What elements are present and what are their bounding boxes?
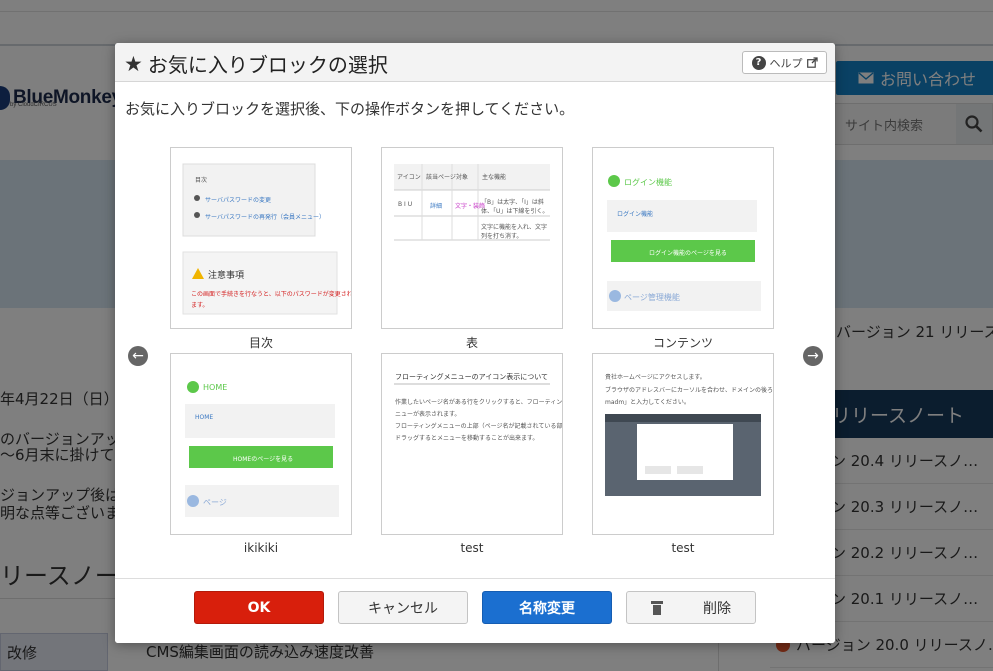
thumb-text: ログイン機能 xyxy=(624,178,672,187)
thumb-text: 「B」は太字、「I」は斜体、「U」は下線を引く。 xyxy=(481,199,549,215)
thumb-text: ブラウザのアドレスバーにカーソルを合わせ、ドメインの後ろに「/cms xyxy=(605,387,774,394)
dialog-instruction: お気に入りブロックを選択後、下の操作ボタンを押してください。 xyxy=(125,100,575,118)
delete-button[interactable]: 削除 xyxy=(626,591,756,624)
thumb-text: サーバパスワードの変更 xyxy=(205,197,271,204)
thumb-text: B I U xyxy=(398,201,413,208)
thumb-text: 目次 xyxy=(195,177,208,184)
thumb-text: HOMEのページを見る xyxy=(233,456,294,463)
ok-button[interactable]: OK xyxy=(194,591,324,624)
ikikiki-thumbnail xyxy=(185,381,339,517)
block-card-test-1[interactable]: フローティングメニューのアイコン表示について 作業したいページ名がある行をクリッ… xyxy=(381,353,563,535)
thumb-text: 該当ページ xyxy=(426,174,456,181)
dialog-footer: OK キャンセル 名称変更 削除 xyxy=(115,578,835,643)
prev-page-button[interactable]: ← xyxy=(128,346,148,366)
contents-thumbnail xyxy=(607,175,761,311)
star-icon: ★ xyxy=(124,51,143,76)
rename-label: 名称変更 xyxy=(519,600,575,617)
block-caption: 表 xyxy=(465,336,478,350)
thumb-text: 貴社ホームページにアクセスします。 xyxy=(605,374,706,381)
block-card-toc[interactable]: 目次 サーバパスワードの変更 サーバパスワードの再発行（会員メニュー） 注意事項… xyxy=(170,147,352,329)
thumb-text: ページ xyxy=(203,498,227,507)
block-card-test-2[interactable]: 貴社ホームページにアクセスします。 ブラウザのアドレスバーにカーソルを合わせ、ド… xyxy=(592,353,774,535)
thumb-text: madm」と入力してください。 xyxy=(605,399,690,406)
thumb-text: 主な機能 xyxy=(482,174,507,181)
arrow-right-icon: → xyxy=(807,348,819,364)
thumb-text: この画面で手続きを行なうと、以下のパスワードが変更され xyxy=(191,291,352,298)
rename-button[interactable]: 名称変更 xyxy=(482,591,612,624)
dialog-header: ★ お気に入りブロックの選択 ? ヘルプ xyxy=(115,43,835,82)
thumb-text: ログイン機能のページを見る xyxy=(649,250,727,257)
block-caption: test xyxy=(671,541,695,555)
test2-thumbnail xyxy=(605,414,761,496)
block-caption: test xyxy=(460,541,484,555)
ok-label: OK xyxy=(247,599,271,616)
dialog-title: ★ お気に入りブロックの選択 xyxy=(124,49,388,78)
thumb-text: 作業したいページ名がある行をクリックすると、フローティングメ xyxy=(395,399,563,406)
thumb-text: ページ管理機能 xyxy=(624,293,680,302)
help-label: ヘルプ xyxy=(769,56,803,70)
thumb-text: 詳細 xyxy=(430,203,443,210)
help-icon: ? xyxy=(751,55,766,70)
arrow-left-icon: ← xyxy=(132,348,144,364)
thumb-text: ます。 xyxy=(191,302,209,309)
block-card-table[interactable]: アイコン 該当ページ 対象 主な機能 B I U 詳細 文字・装飾 「B」は太字… xyxy=(381,147,563,329)
help-button[interactable]: ? ヘルプ xyxy=(742,51,827,74)
delete-label: 削除 xyxy=(703,600,731,617)
external-link-icon xyxy=(806,57,818,68)
thumb-text: アイコン xyxy=(397,174,421,181)
dialog-title-text: お気に入りブロックの選択 xyxy=(147,53,388,77)
cancel-button[interactable]: キャンセル xyxy=(338,591,468,624)
block-card-ikikiki[interactable]: HOME HOME HOMEのページを見る ページ xyxy=(170,353,352,535)
cancel-label: キャンセル xyxy=(368,600,438,617)
thumb-text: ニューが表示されます。 xyxy=(395,411,461,418)
block-caption: コンテンツ xyxy=(652,336,713,350)
thumb-text: フローティングメニューの上部（ページ名が記載されている部分）を xyxy=(395,423,563,430)
thumb-text: 文字に機能を入れ、文字列を打ち消す。 xyxy=(481,224,548,240)
trash-icon xyxy=(651,600,663,615)
thumb-text: 注意事項 xyxy=(208,271,245,281)
thumb-text: ドラッグするとメニューを移動することが出来ます。 xyxy=(395,435,539,442)
next-page-button[interactable]: → xyxy=(803,346,823,366)
thumb-text: 対象 xyxy=(456,174,469,181)
favorite-block-dialog: ★ お気に入りブロックの選択 ? ヘルプ お気に入りブロックを選択後、下の操作ボ… xyxy=(115,43,835,643)
block-card-contents[interactable]: ログイン機能 ログイン機能 ログイン機能のページを見る ページ管理機能 xyxy=(592,147,774,329)
block-caption: ikikiki xyxy=(243,541,279,555)
thumb-text: サーバパスワードの再発行（会員メニュー） xyxy=(205,214,325,221)
block-caption: 目次 xyxy=(248,336,273,350)
thumb-text: HOME xyxy=(203,383,228,392)
thumb-text: フローティングメニューのアイコン表示について xyxy=(395,373,549,381)
thumb-text: ログイン機能 xyxy=(617,211,654,218)
thumb-text: HOME xyxy=(195,414,214,421)
